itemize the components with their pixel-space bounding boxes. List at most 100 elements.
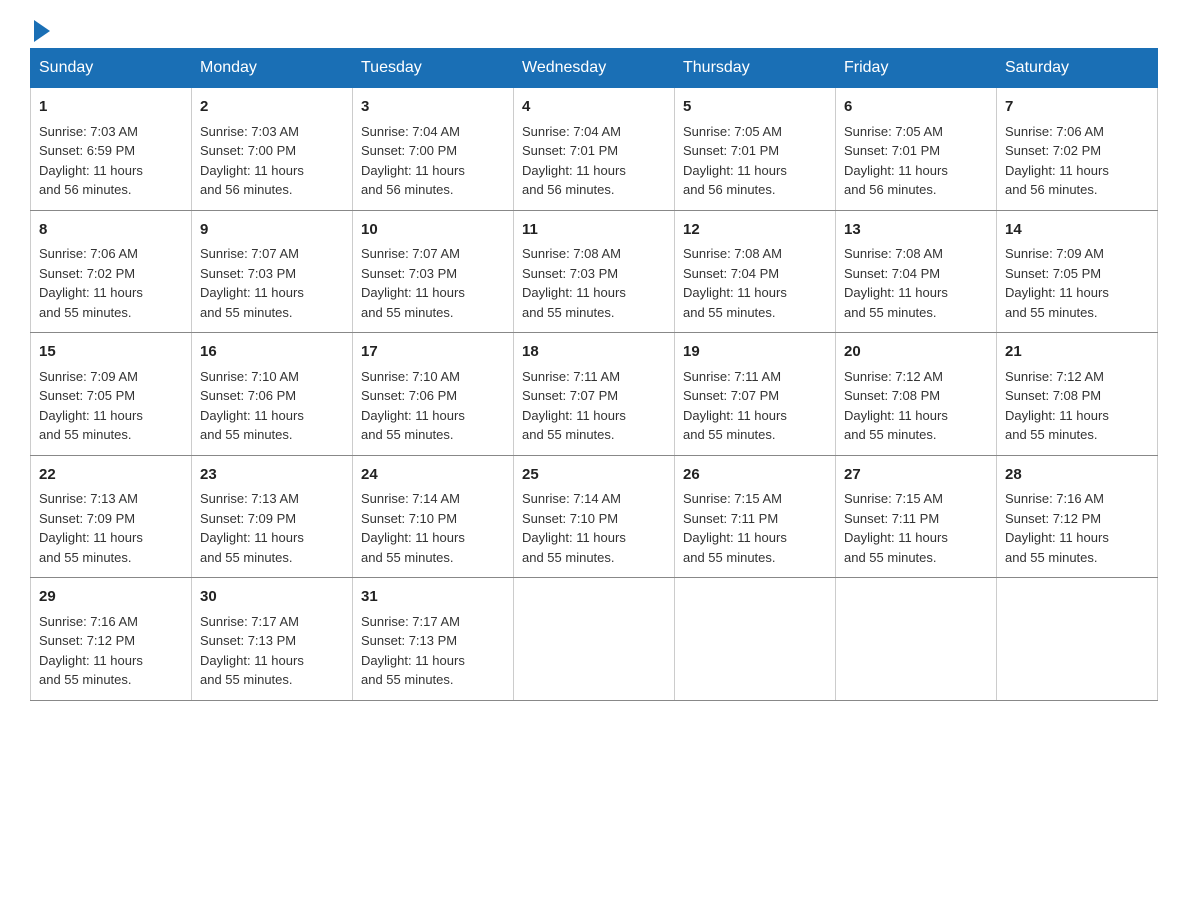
day-info: Sunrise: 7:07 AMSunset: 7:03 PMDaylight:… xyxy=(200,246,304,320)
calendar-cell xyxy=(836,578,997,701)
day-number: 27 xyxy=(844,464,988,487)
calendar-cell: 31 Sunrise: 7:17 AMSunset: 7:13 PMDayligh… xyxy=(353,578,514,701)
day-info: Sunrise: 7:17 AMSunset: 7:13 PMDaylight:… xyxy=(361,614,465,688)
day-number: 4 xyxy=(522,96,666,119)
calendar-cell: 6 Sunrise: 7:05 AMSunset: 7:01 PMDaylight… xyxy=(836,88,997,211)
day-info: Sunrise: 7:15 AMSunset: 7:11 PMDaylight:… xyxy=(844,491,948,565)
day-number: 29 xyxy=(39,586,183,609)
day-number: 21 xyxy=(1005,341,1149,364)
day-info: Sunrise: 7:14 AMSunset: 7:10 PMDaylight:… xyxy=(361,491,465,565)
day-header-friday: Friday xyxy=(836,49,997,88)
page-header xyxy=(30,20,1158,38)
day-header-sunday: Sunday xyxy=(31,49,192,88)
day-info: Sunrise: 7:14 AMSunset: 7:10 PMDaylight:… xyxy=(522,491,626,565)
day-info: Sunrise: 7:06 AMSunset: 7:02 PMDaylight:… xyxy=(39,246,143,320)
calendar-cell: 21 Sunrise: 7:12 AMSunset: 7:08 PMDayligh… xyxy=(997,333,1158,456)
day-number: 31 xyxy=(361,586,505,609)
calendar-cell: 16 Sunrise: 7:10 AMSunset: 7:06 PMDayligh… xyxy=(192,333,353,456)
calendar-cell: 5 Sunrise: 7:05 AMSunset: 7:01 PMDaylight… xyxy=(675,88,836,211)
calendar-week-2: 8 Sunrise: 7:06 AMSunset: 7:02 PMDaylight… xyxy=(31,210,1158,333)
day-number: 6 xyxy=(844,96,988,119)
calendar-cell: 1Sunrise: 7:03 AMSunset: 6:59 PMDaylight… xyxy=(31,88,192,211)
day-number: 25 xyxy=(522,464,666,487)
day-info: Sunrise: 7:11 AMSunset: 7:07 PMDaylight:… xyxy=(683,369,787,443)
calendar-cell: 8 Sunrise: 7:06 AMSunset: 7:02 PMDaylight… xyxy=(31,210,192,333)
day-header-tuesday: Tuesday xyxy=(353,49,514,88)
day-number: 7 xyxy=(1005,96,1149,119)
calendar-cell: 7 Sunrise: 7:06 AMSunset: 7:02 PMDaylight… xyxy=(997,88,1158,211)
calendar-cell: 22 Sunrise: 7:13 AMSunset: 7:09 PMDayligh… xyxy=(31,455,192,578)
day-info: Sunrise: 7:17 AMSunset: 7:13 PMDaylight:… xyxy=(200,614,304,688)
day-header-saturday: Saturday xyxy=(997,49,1158,88)
day-number: 28 xyxy=(1005,464,1149,487)
day-number: 22 xyxy=(39,464,183,487)
day-info: Sunrise: 7:06 AMSunset: 7:02 PMDaylight:… xyxy=(1005,124,1109,198)
calendar-week-3: 15Sunrise: 7:09 AMSunset: 7:05 PMDayligh… xyxy=(31,333,1158,456)
day-number: 26 xyxy=(683,464,827,487)
day-info: Sunrise: 7:04 AMSunset: 7:00 PMDaylight:… xyxy=(361,124,465,198)
day-info: Sunrise: 7:03 AMSunset: 7:00 PMDaylight:… xyxy=(200,124,304,198)
calendar-cell: 29 Sunrise: 7:16 AMSunset: 7:12 PMDayligh… xyxy=(31,578,192,701)
calendar-table: SundayMondayTuesdayWednesdayThursdayFrid… xyxy=(30,48,1158,701)
day-info: Sunrise: 7:08 AMSunset: 7:04 PMDaylight:… xyxy=(683,246,787,320)
calendar-cell: 17Sunrise: 7:10 AMSunset: 7:06 PMDayligh… xyxy=(353,333,514,456)
calendar-cell: 26 Sunrise: 7:15 AMSunset: 7:11 PMDayligh… xyxy=(675,455,836,578)
day-info: Sunrise: 7:05 AMSunset: 7:01 PMDaylight:… xyxy=(683,124,787,198)
day-number: 1 xyxy=(39,96,183,119)
calendar-cell: 30 Sunrise: 7:17 AMSunset: 7:13 PMDayligh… xyxy=(192,578,353,701)
day-info: Sunrise: 7:10 AMSunset: 7:06 PMDaylight:… xyxy=(200,369,304,443)
calendar-cell: 9Sunrise: 7:07 AMSunset: 7:03 PMDaylight… xyxy=(192,210,353,333)
calendar-cell xyxy=(675,578,836,701)
calendar-cell: 18Sunrise: 7:11 AMSunset: 7:07 PMDayligh… xyxy=(514,333,675,456)
day-number: 13 xyxy=(844,219,988,242)
calendar-cell xyxy=(514,578,675,701)
calendar-cell: 2Sunrise: 7:03 AMSunset: 7:00 PMDaylight… xyxy=(192,88,353,211)
calendar-cell: 20 Sunrise: 7:12 AMSunset: 7:08 PMDayligh… xyxy=(836,333,997,456)
day-number: 23 xyxy=(200,464,344,487)
day-header-thursday: Thursday xyxy=(675,49,836,88)
calendar-cell: 15Sunrise: 7:09 AMSunset: 7:05 PMDayligh… xyxy=(31,333,192,456)
day-number: 30 xyxy=(200,586,344,609)
day-number: 20 xyxy=(844,341,988,364)
day-info: Sunrise: 7:13 AMSunset: 7:09 PMDaylight:… xyxy=(39,491,143,565)
calendar-cell: 10Sunrise: 7:07 AMSunset: 7:03 PMDayligh… xyxy=(353,210,514,333)
calendar-cell: 3 Sunrise: 7:04 AMSunset: 7:00 PMDaylight… xyxy=(353,88,514,211)
day-header-wednesday: Wednesday xyxy=(514,49,675,88)
calendar-week-4: 22 Sunrise: 7:13 AMSunset: 7:09 PMDayligh… xyxy=(31,455,1158,578)
calendar-cell: 13Sunrise: 7:08 AMSunset: 7:04 PMDayligh… xyxy=(836,210,997,333)
day-header-monday: Monday xyxy=(192,49,353,88)
day-number: 16 xyxy=(200,341,344,364)
day-number: 10 xyxy=(361,219,505,242)
day-info: Sunrise: 7:11 AMSunset: 7:07 PMDaylight:… xyxy=(522,369,626,443)
day-info: Sunrise: 7:09 AMSunset: 7:05 PMDaylight:… xyxy=(39,369,143,443)
calendar-cell: 28Sunrise: 7:16 AMSunset: 7:12 PMDayligh… xyxy=(997,455,1158,578)
calendar-cell: 27 Sunrise: 7:15 AMSunset: 7:11 PMDayligh… xyxy=(836,455,997,578)
day-info: Sunrise: 7:12 AMSunset: 7:08 PMDaylight:… xyxy=(1005,369,1109,443)
day-number: 11 xyxy=(522,219,666,242)
logo xyxy=(30,20,50,38)
calendar-cell xyxy=(997,578,1158,701)
calendar-week-5: 29 Sunrise: 7:16 AMSunset: 7:12 PMDayligh… xyxy=(31,578,1158,701)
day-info: Sunrise: 7:08 AMSunset: 7:03 PMDaylight:… xyxy=(522,246,626,320)
calendar-cell: 25 Sunrise: 7:14 AMSunset: 7:10 PMDayligh… xyxy=(514,455,675,578)
calendar-cell: 11 Sunrise: 7:08 AMSunset: 7:03 PMDayligh… xyxy=(514,210,675,333)
day-info: Sunrise: 7:13 AMSunset: 7:09 PMDaylight:… xyxy=(200,491,304,565)
calendar-header-row: SundayMondayTuesdayWednesdayThursdayFrid… xyxy=(31,49,1158,88)
calendar-cell: 19 Sunrise: 7:11 AMSunset: 7:07 PMDayligh… xyxy=(675,333,836,456)
day-info: Sunrise: 7:04 AMSunset: 7:01 PMDaylight:… xyxy=(522,124,626,198)
calendar-cell: 12Sunrise: 7:08 AMSunset: 7:04 PMDayligh… xyxy=(675,210,836,333)
day-number: 5 xyxy=(683,96,827,119)
day-number: 3 xyxy=(361,96,505,119)
day-number: 14 xyxy=(1005,219,1149,242)
day-info: Sunrise: 7:09 AMSunset: 7:05 PMDaylight:… xyxy=(1005,246,1109,320)
calendar-cell: 23 Sunrise: 7:13 AMSunset: 7:09 PMDayligh… xyxy=(192,455,353,578)
day-info: Sunrise: 7:12 AMSunset: 7:08 PMDaylight:… xyxy=(844,369,948,443)
day-number: 8 xyxy=(39,219,183,242)
day-number: 19 xyxy=(683,341,827,364)
day-info: Sunrise: 7:05 AMSunset: 7:01 PMDaylight:… xyxy=(844,124,948,198)
day-info: Sunrise: 7:10 AMSunset: 7:06 PMDaylight:… xyxy=(361,369,465,443)
day-info: Sunrise: 7:15 AMSunset: 7:11 PMDaylight:… xyxy=(683,491,787,565)
calendar-cell: 14 Sunrise: 7:09 AMSunset: 7:05 PMDayligh… xyxy=(997,210,1158,333)
calendar-cell: 4 Sunrise: 7:04 AMSunset: 7:01 PMDaylight… xyxy=(514,88,675,211)
day-info: Sunrise: 7:16 AMSunset: 7:12 PMDaylight:… xyxy=(39,614,143,688)
